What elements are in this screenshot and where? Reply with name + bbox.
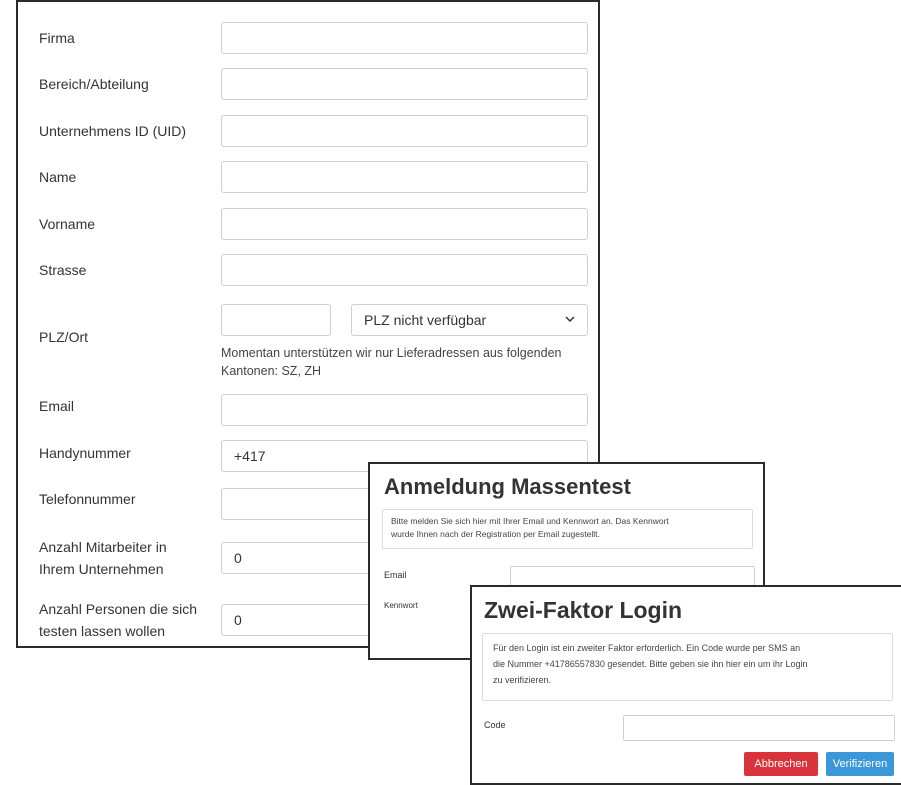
login-notice-line2: wurde Ihnen nach der Registration per Em…	[391, 529, 600, 539]
verify-button[interactable]: Verifizieren	[826, 752, 894, 776]
handynummer-label: Handynummer	[39, 445, 131, 461]
login-notice: Bitte melden Sie sich hier mit Ihrer Ema…	[382, 509, 753, 549]
vorname-input[interactable]	[221, 208, 588, 240]
bereich-label: Bereich/Abteilung	[39, 76, 149, 92]
login-modal-title: Anmeldung Massentest	[384, 474, 631, 499]
two-factor-modal: Zwei-Faktor Login Für den Login ist ein …	[470, 585, 901, 785]
mitarbeiter-label-line2: Ihrem Unternehmen	[39, 561, 164, 577]
plz-input[interactable]	[221, 304, 331, 336]
plz-help-line2: Kantonen: SZ, ZH	[221, 364, 322, 378]
code-label: Code	[484, 720, 506, 730]
email-label: Email	[39, 398, 75, 414]
uid-label: Unternehmens ID (UID)	[39, 123, 187, 139]
login-notice-line1: Bitte melden Sie sich hier mit Ihrer Ema…	[391, 516, 669, 526]
plz-ort-label: PLZ/Ort	[39, 329, 89, 345]
two-factor-notice: Für den Login ist ein zweiter Faktor erf…	[482, 633, 893, 701]
strasse-input[interactable]	[221, 254, 588, 286]
bereich-input[interactable]	[221, 68, 588, 100]
plz-help-line1: Momentan unterstützen wir nur Lieferadre…	[221, 346, 562, 360]
ort-select[interactable]: PLZ nicht verfügbar	[351, 304, 588, 336]
mitarbeiter-label-line1: Anzahl Mitarbeiter in	[39, 539, 167, 555]
email-input[interactable]	[221, 394, 588, 426]
firma-label: Firma	[39, 30, 75, 46]
code-input[interactable]	[623, 715, 895, 741]
ort-select-value: PLZ nicht verfügbar	[364, 312, 487, 328]
name-input[interactable]	[221, 161, 588, 193]
telefonnummer-label: Telefonnummer	[39, 491, 136, 507]
login-password-label: Kennwort	[384, 601, 418, 610]
strasse-label: Strasse	[39, 262, 87, 278]
name-label: Name	[39, 169, 77, 185]
vorname-label: Vorname	[39, 216, 96, 232]
two-factor-notice-line3: zu verifizieren.	[493, 675, 552, 685]
personen-label-line2: testen lassen wollen	[39, 623, 166, 639]
two-factor-title: Zwei-Faktor Login	[484, 597, 683, 623]
login-email-label: Email	[384, 570, 407, 580]
chevron-down-icon	[565, 316, 575, 323]
two-factor-notice-line2: die Nummer +41786557830 gesendet. Bitte …	[493, 659, 808, 669]
uid-input[interactable]	[221, 115, 588, 147]
firma-input[interactable]	[221, 22, 588, 54]
two-factor-notice-line1: Für den Login ist ein zweiter Faktor erf…	[493, 643, 801, 653]
personen-label-line1: Anzahl Personen die sich	[39, 601, 197, 617]
cancel-button[interactable]: Abbrechen	[744, 752, 818, 776]
